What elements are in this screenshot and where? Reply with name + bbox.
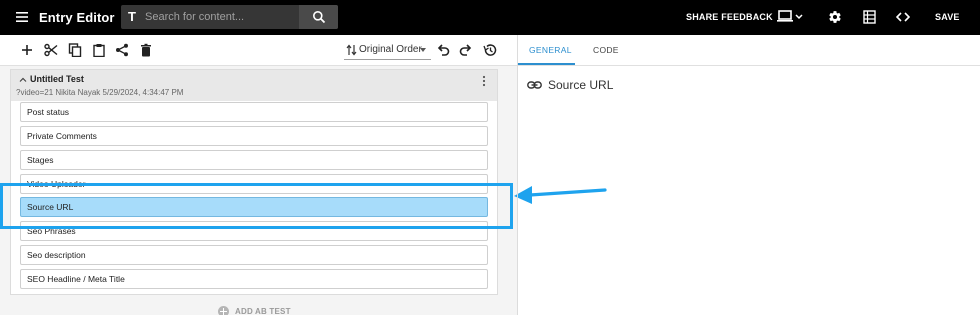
share-icon bbox=[116, 43, 128, 57]
search-icon bbox=[313, 11, 326, 24]
more-vert-icon[interactable] bbox=[481, 75, 487, 87]
field-seo-headline[interactable]: SEO Headline / Meta Title bbox=[20, 269, 488, 289]
top-bar: Entry Editor T SHARE FEEDBACK SAVE bbox=[0, 0, 980, 35]
tab-code[interactable]: CODE bbox=[593, 45, 619, 55]
share-feedback-button[interactable]: SHARE FEEDBACK bbox=[686, 12, 773, 22]
add-circle-icon bbox=[218, 306, 229, 315]
properties-tabs: GENERAL CODE bbox=[518, 35, 980, 66]
paste-button[interactable] bbox=[92, 43, 106, 57]
grid-list-icon bbox=[863, 10, 876, 24]
settings-button[interactable] bbox=[828, 9, 842, 25]
annotation-highlight-box bbox=[0, 183, 513, 229]
search-box: T bbox=[121, 5, 338, 29]
field-label: Post status bbox=[27, 107, 70, 117]
plus-icon bbox=[22, 45, 32, 55]
save-button[interactable]: SAVE bbox=[935, 12, 960, 22]
gear-icon bbox=[829, 11, 841, 23]
field-private-comments[interactable]: Private Comments bbox=[20, 126, 488, 146]
sort-icon bbox=[346, 44, 357, 56]
redo-icon bbox=[459, 44, 472, 56]
redo-button[interactable] bbox=[459, 43, 473, 57]
clipboard-icon bbox=[93, 44, 105, 57]
panel-divider bbox=[517, 35, 518, 315]
field-label: Stages bbox=[27, 155, 54, 165]
code-icon bbox=[896, 12, 910, 22]
section-title: Source URL bbox=[548, 78, 614, 92]
entry-card: Untitled Test ?video=21 Nikita Nayak 5/2… bbox=[10, 69, 498, 295]
annotation-arrow bbox=[514, 186, 607, 204]
field-seo-description[interactable]: Seo description bbox=[20, 245, 488, 265]
entry-title: Untitled Test bbox=[30, 74, 84, 84]
share-button[interactable] bbox=[115, 43, 129, 57]
undo-icon bbox=[437, 44, 450, 56]
chevron-down-icon bbox=[420, 48, 426, 52]
field-label: Seo description bbox=[27, 250, 86, 260]
cut-button[interactable] bbox=[44, 43, 58, 57]
add-ab-test-label: ADD AB TEST bbox=[235, 307, 291, 315]
entry-card-header[interactable]: Untitled Test ?video=21 Nikita Nayak 5/2… bbox=[11, 70, 497, 101]
device-preview-button[interactable] bbox=[777, 9, 805, 25]
order-select[interactable]: Original Order bbox=[344, 41, 431, 60]
editor-toolbar: Original Order bbox=[0, 35, 517, 66]
laptop-icon bbox=[777, 10, 803, 22]
layout-button[interactable] bbox=[863, 9, 876, 25]
tab-general[interactable]: GENERAL bbox=[529, 45, 572, 55]
menu-icon[interactable] bbox=[13, 8, 31, 26]
undo-button[interactable] bbox=[436, 43, 450, 57]
copy-button[interactable] bbox=[68, 43, 82, 57]
link-icon bbox=[527, 81, 542, 89]
active-tab-indicator bbox=[518, 63, 575, 65]
field-post-status[interactable]: Post status bbox=[20, 102, 488, 122]
field-label: SEO Headline / Meta Title bbox=[27, 274, 125, 284]
search-input[interactable] bbox=[145, 7, 295, 27]
field-stages[interactable]: Stages bbox=[20, 150, 488, 170]
search-button[interactable] bbox=[299, 5, 338, 29]
add-button[interactable] bbox=[20, 43, 34, 57]
text-type-icon: T bbox=[128, 9, 136, 24]
copy-icon bbox=[68, 43, 82, 57]
history-icon bbox=[483, 44, 497, 56]
field-label: Private Comments bbox=[27, 131, 97, 141]
order-select-label: Original Order bbox=[359, 44, 422, 55]
entry-meta: ?video=21 Nikita Nayak 5/29/2024, 4:34:4… bbox=[16, 88, 184, 97]
history-button[interactable] bbox=[483, 43, 497, 57]
scissors-icon bbox=[44, 43, 58, 57]
app-title: Entry Editor bbox=[39, 10, 115, 25]
delete-button[interactable] bbox=[139, 43, 153, 57]
trash-icon bbox=[141, 43, 151, 57]
chevron-up-icon[interactable] bbox=[19, 76, 27, 84]
code-view-button[interactable] bbox=[896, 9, 910, 25]
